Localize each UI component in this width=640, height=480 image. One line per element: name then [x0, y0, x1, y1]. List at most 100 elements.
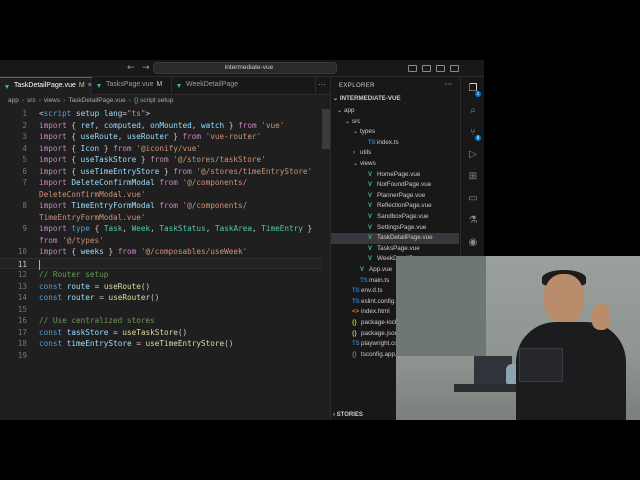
modified-badge: M [156, 81, 163, 88]
minimap[interactable] [322, 95, 330, 420]
file-item[interactable]: V TasksPage.vue [331, 244, 459, 255]
folder-item[interactable]: ⌄ app [331, 106, 459, 117]
presenter-head [544, 274, 584, 322]
code-line[interactable]: 11 [0, 257, 322, 270]
tree-item-label: views [360, 160, 376, 167]
file-item[interactable]: V SandboxPage.vue [331, 212, 459, 223]
search-icon[interactable]: ⌕ [467, 105, 479, 117]
remote-icon[interactable]: ▭ [467, 193, 479, 205]
code-line[interactable]: 8 import TimeEntryFormModal from '@/compo… [0, 200, 322, 212]
github-icon[interactable]: ◉ [467, 237, 479, 249]
vue-file-icon [5, 85, 9, 89]
line-number: 8 [22, 201, 27, 210]
code-line[interactable]: 18 const timeEntryStore = useTimeEntrySto… [0, 338, 322, 350]
code-text: const timeEntryStore = useTimeEntryStore… [39, 339, 234, 348]
code-line[interactable]: 15 [0, 304, 322, 316]
chevron-down-icon: ⌄ [345, 118, 351, 125]
tree-item-label: types [360, 128, 376, 136]
code-line[interactable]: 16 // Use centralized stores [0, 315, 322, 327]
toggle-secondary-sidebar-icon[interactable] [436, 65, 445, 72]
code-line[interactable]: 9 import type { Task, Week, TaskStatus, T… [0, 223, 322, 235]
folder-item[interactable]: ⌄ views [331, 159, 459, 170]
stories-section[interactable]: › STORIES [333, 412, 363, 418]
minimap-slider[interactable] [322, 109, 330, 149]
run-debug-icon[interactable]: ▷ [467, 149, 479, 161]
project-name: INTERMEDIATE-VUE [339, 95, 401, 102]
tree-item-label: TaskDetailPage.vue [377, 234, 433, 242]
code-line[interactable]: 3 import { useRoute, useRouter } from 'vu… [0, 131, 322, 143]
breadcrumb-item[interactable]: src [27, 97, 36, 104]
vue-file-icon: V [368, 203, 373, 210]
explorer-more-icon[interactable]: ··· [444, 80, 452, 89]
code-line[interactable]: 17 const taskStore = useTaskStore() [0, 327, 322, 339]
extensions-icon[interactable]: ⊞ [467, 171, 479, 183]
folder-item[interactable]: ⌄ types [331, 127, 459, 138]
ts-file-icon: TS [360, 277, 368, 284]
code-text: import { useTimeEntryStore } from '@/sto… [39, 166, 313, 176]
breadcrumb-item[interactable]: {} script setup [134, 97, 173, 104]
file-item[interactable]: V TaskDetailPage.vue [331, 233, 459, 244]
breadcrumb-item[interactable]: TaskDetailPage.vue [68, 97, 125, 104]
vue-file-icon: V [368, 235, 373, 242]
breadcrumb: app › src › views › TaskDetailPage.vue ›{} scri… [8, 97, 174, 104]
line-number: 2 [22, 120, 27, 130]
code-line[interactable]: 5 import { useTaskStore } from '@/stores/… [0, 154, 322, 166]
code-text: // Router setup [39, 270, 109, 279]
code-line[interactable]: 10 import { weeks } from '@/composables/u… [0, 246, 322, 258]
code-line[interactable]: 14 const router = useRouter() [0, 292, 322, 304]
tree-item-label: eslint.config.ts [361, 297, 401, 305]
code-text: import { useRoute, useRouter } from 'vue… [39, 132, 262, 141]
ts-file-icon: TS [352, 288, 360, 295]
code-line[interactable]: TimeEntryFormModal.vue' [0, 212, 322, 224]
file-item[interactable]: V HomePage.vue [331, 170, 459, 181]
command-center-search[interactable]: intermediate-vue [153, 62, 337, 74]
more-actions-icon[interactable]: ⋯ [318, 80, 326, 89]
file-item[interactable]: V SettingsPage.vue [331, 223, 459, 234]
breadcrumb-item[interactable]: views [44, 97, 60, 104]
forward-arrow-icon[interactable]: → [142, 63, 150, 73]
vue-file-icon: V [368, 171, 373, 178]
back-arrow-icon[interactable]: ← [127, 63, 135, 73]
code-line[interactable]: 12 // Router setup [0, 269, 322, 281]
project-root[interactable]: ⌄ INTERMEDIATE-VUE [333, 95, 401, 102]
code-editor[interactable]: 1 <script setup lang="ts"> 2 import { ref, … [0, 108, 322, 420]
code-line[interactable]: 4 import { Icon } from '@iconify/vue' [0, 143, 322, 155]
tree-item-label: env.d.ts [361, 287, 383, 295]
vue-file-icon: V [368, 192, 373, 199]
tab-label: TaskDetailPage.vue [14, 82, 76, 89]
command-center-label: intermediate-vue [224, 64, 274, 71]
files-icon[interactable]: ❐ 1 [467, 83, 481, 97]
breadcrumb-item[interactable]: app [8, 97, 19, 104]
code-line[interactable]: from '@/types' [0, 235, 322, 247]
code-line[interactable]: 6 import { useTimeEntryStore } from '@/st… [0, 166, 322, 178]
code-text: DeleteConfirmModal.vue' [39, 189, 146, 199]
code-line[interactable]: 19 [0, 350, 322, 362]
chevron-down-icon: ⌄ [353, 129, 359, 136]
code-line[interactable]: 7 import DeleteConfirmModal from '@/compo… [0, 177, 322, 189]
line-number: 10 [17, 247, 27, 256]
file-item[interactable]: V PlannerPage.vue [331, 191, 459, 202]
folder-item[interactable]: ⌄ src [331, 117, 459, 128]
code-line[interactable]: DeleteConfirmModal.vue' [0, 189, 322, 201]
vue-file-icon [177, 84, 181, 88]
source-control-icon[interactable]: ⑂ 8 [467, 127, 481, 141]
toggle-sidebar-icon[interactable] [408, 65, 417, 72]
tab-weekdetailpage[interactable]: WeekDetailPage [172, 77, 316, 95]
line-number: 1 [22, 109, 27, 118]
customize-layout-icon[interactable] [450, 65, 459, 72]
testing-icon[interactable]: ⚗ [467, 215, 479, 227]
code-line[interactable]: 1 <script setup lang="ts"> [0, 108, 322, 120]
file-item[interactable]: V ReflectionPage.vue [331, 201, 459, 212]
tab-taskdetailpage[interactable]: TaskDetailPage.vue M × [0, 77, 92, 95]
tab-label: WeekDetailPage [186, 81, 239, 88]
tab-taskspage[interactable]: TasksPage.vue M [92, 77, 172, 95]
code-line[interactable]: 13 const route = useRoute() [0, 281, 322, 293]
folder-item[interactable]: › utils [331, 148, 459, 159]
line-number: 5 [22, 155, 27, 164]
code-line[interactable]: 2 import { ref, computed, onMounted, watc… [0, 120, 322, 132]
file-item[interactable]: V NotFoundPage.vue [331, 180, 459, 191]
line-number: 17 [17, 327, 27, 337]
file-item[interactable]: TSindex.ts [331, 138, 459, 149]
code-text: const taskStore = useTaskStore() [39, 327, 188, 337]
toggle-panel-icon[interactable] [422, 65, 431, 72]
